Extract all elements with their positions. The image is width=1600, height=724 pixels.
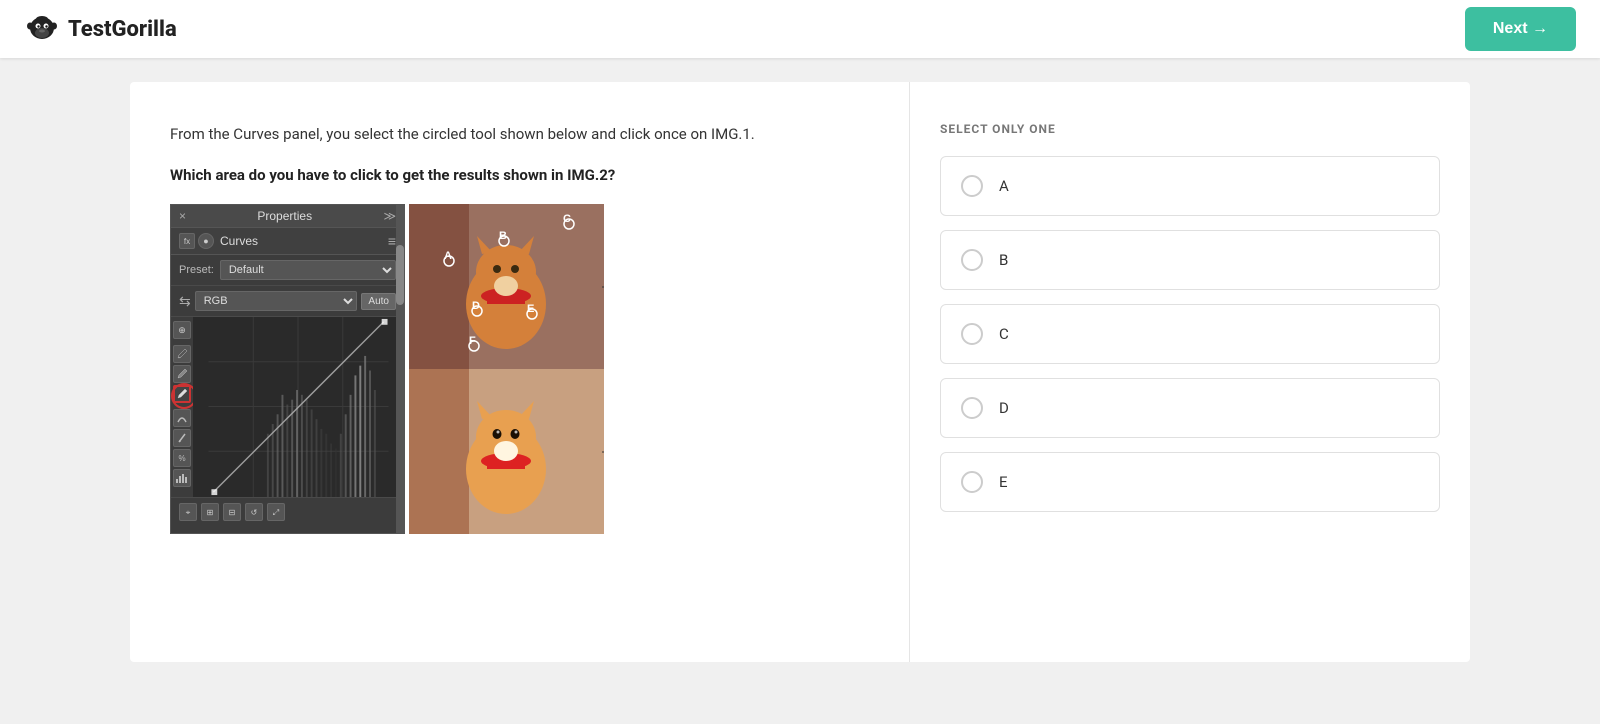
curves-header: fx ● Curves ≡	[171, 228, 404, 255]
logo-text: TestGorilla	[68, 17, 177, 42]
option-d[interactable]: D	[940, 378, 1440, 438]
channel-row: ⇆ RGB Auto	[171, 286, 404, 317]
tool-pointer[interactable]: ⊕	[173, 321, 191, 339]
option-e[interactable]: E	[940, 452, 1440, 512]
img1-label: IMG.1	[602, 279, 604, 294]
curves-panel: × Properties ≫ fx ● Curves ≡	[170, 204, 405, 534]
curves-bottom: ⌖ ⊞ ⊟ ↺ ⤢	[171, 497, 404, 526]
tool-histogram[interactable]	[173, 469, 191, 487]
tool-fraction[interactable]: %	[173, 449, 191, 467]
bottom-icons-row: ⌖ ⊞ ⊟ ↺ ⤢	[179, 503, 396, 521]
option-a[interactable]: A	[940, 156, 1440, 216]
option-b-radio[interactable]	[961, 249, 983, 271]
header: TestGorilla Next →	[0, 0, 1600, 58]
img2-label: IMG.2	[602, 444, 604, 459]
option-c[interactable]: C	[940, 304, 1440, 364]
question-intro: From the Curves panel, you select the ci…	[170, 122, 869, 146]
scroll-thumb[interactable]	[396, 245, 404, 305]
cat-img-2: IMG.2	[409, 369, 604, 534]
curves-label: Curves	[220, 234, 258, 248]
option-d-radio[interactable]	[961, 397, 983, 419]
tool-eyedropper-gray[interactable]	[173, 365, 191, 383]
options-icon: ≡	[388, 233, 396, 249]
ps-container: × Properties ≫ fx ● Curves ≡	[170, 204, 869, 534]
panel-icons: fx ●	[179, 233, 214, 249]
testgorilla-logo-icon	[24, 11, 60, 47]
expand-icon: ≫	[383, 209, 396, 223]
icon-circle: ●	[198, 233, 214, 249]
select-instruction: SELECT ONLY ONE	[940, 122, 1440, 136]
icon-fx: fx	[179, 233, 195, 249]
left-panel: From the Curves panel, you select the ci…	[130, 82, 910, 662]
option-e-radio[interactable]	[961, 471, 983, 493]
curves-tools: ⊕	[171, 317, 193, 497]
preset-label: Preset:	[179, 264, 214, 276]
bottom-icon-2: ⊞	[201, 503, 219, 521]
curves-svg	[193, 317, 404, 497]
close-icon[interactable]: ×	[179, 209, 186, 223]
option-c-radio[interactable]	[961, 323, 983, 345]
scroll-indicator[interactable]	[396, 205, 404, 533]
curves-tools-graph: ⊕	[171, 317, 404, 497]
tool-pencil[interactable]	[173, 429, 191, 447]
tool-eyedropper-white[interactable]	[173, 385, 191, 403]
main-wrapper: From the Curves panel, you select the ci…	[0, 58, 1600, 686]
curves-arrows-icon: ⇆	[179, 293, 191, 310]
option-b-label: B	[999, 251, 1008, 269]
option-a-label: A	[999, 177, 1009, 195]
content-card: From the Curves panel, you select the ci…	[130, 82, 1470, 662]
option-a-radio[interactable]	[961, 175, 983, 197]
bottom-icon-5: ⤢	[267, 503, 285, 521]
preset-select[interactable]: Default	[220, 260, 396, 280]
curves-title-bar: × Properties ≫	[171, 205, 404, 228]
auto-button[interactable]: Auto	[361, 293, 396, 310]
cat-img-1: A B C D E F	[409, 204, 604, 369]
bottom-icon-4: ↺	[245, 503, 263, 521]
option-b[interactable]: B	[940, 230, 1440, 290]
right-panel: SELECT ONLY ONE A B C D E	[910, 82, 1470, 662]
cat-svg-2	[409, 369, 604, 534]
option-e-label: E	[999, 473, 1008, 491]
cat-svg-1: A B C D E F	[409, 204, 604, 369]
question-bold: Which area do you have to click to get t…	[170, 166, 869, 184]
channel-select[interactable]: RGB	[195, 291, 358, 311]
bottom-icon-3: ⊟	[223, 503, 241, 521]
tool-eyedropper-black[interactable]	[173, 345, 191, 363]
cat-images: A B C D E F	[409, 204, 604, 534]
panel-title: Properties	[257, 209, 312, 223]
tool-pencil-curve[interactable]	[173, 409, 191, 427]
curves-graph	[193, 317, 404, 497]
option-d-label: D	[999, 399, 1009, 417]
logo-area: TestGorilla	[24, 11, 177, 47]
preset-row: Preset: Default	[171, 255, 404, 286]
bottom-icon-1: ⌖	[179, 503, 197, 521]
next-button[interactable]: Next →	[1465, 7, 1576, 51]
option-c-label: C	[999, 325, 1009, 343]
